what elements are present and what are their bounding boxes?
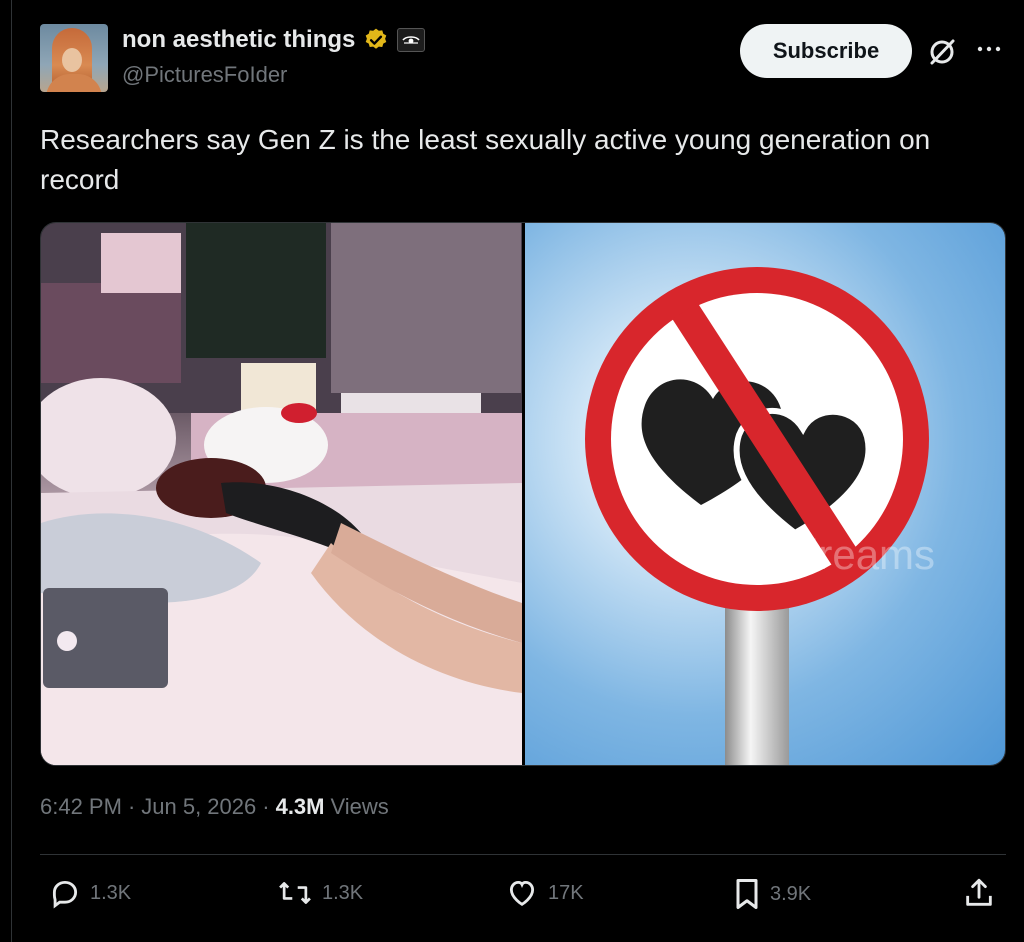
reply-count: 1.3K bbox=[90, 881, 132, 904]
like-button[interactable]: 17K bbox=[504, 876, 584, 910]
verified-badge-icon[interactable] bbox=[363, 27, 389, 53]
subscribe-button[interactable]: Subscribe bbox=[740, 24, 912, 78]
avatar-face bbox=[62, 48, 82, 72]
avatar[interactable] bbox=[40, 24, 108, 92]
repost-button[interactable]: 1.3K bbox=[276, 876, 363, 910]
like-count: 17K bbox=[548, 881, 584, 904]
more-options-icon[interactable] bbox=[974, 34, 1004, 64]
separator: · bbox=[262, 794, 270, 819]
author-name-row: non aesthetic things bbox=[122, 26, 426, 54]
separator: · bbox=[127, 794, 136, 819]
views-label: Views bbox=[330, 794, 389, 819]
share-icon bbox=[966, 878, 992, 906]
affiliation-badge-icon[interactable] bbox=[397, 28, 426, 52]
tweet-date[interactable]: Jun 5, 2026 bbox=[141, 794, 256, 820]
reply-icon bbox=[52, 880, 78, 909]
bedroom-photo[interactable] bbox=[41, 223, 522, 765]
heart-icon bbox=[509, 880, 535, 906]
reply-button[interactable]: 1.3K bbox=[48, 876, 131, 910]
divider bbox=[40, 854, 1006, 855]
author-display-name[interactable]: non aesthetic things bbox=[122, 26, 355, 54]
tweet-text: Researchers say Gen Z is the least sexua… bbox=[40, 124, 931, 195]
tweet-time[interactable]: 6:42 PM bbox=[40, 794, 122, 820]
grok-icon[interactable] bbox=[926, 36, 958, 68]
views-count: 4.3M bbox=[275, 794, 325, 819]
bookmark-icon bbox=[736, 879, 758, 909]
repost-icon bbox=[279, 882, 311, 904]
bookmark-button[interactable]: 3.9K bbox=[732, 876, 811, 912]
tweet: non aesthetic things @PicturesFoIder Sub… bbox=[40, 0, 1006, 942]
left-border bbox=[11, 0, 12, 942]
tweet-media[interactable]: dreams bbox=[40, 222, 1006, 766]
author-handle[interactable]: @PicturesFoIder bbox=[122, 62, 287, 88]
bookmark-count: 3.9K bbox=[770, 882, 812, 905]
watermark-text: dreams bbox=[795, 531, 935, 578]
share-button[interactable] bbox=[962, 876, 996, 910]
repost-count: 1.3K bbox=[322, 881, 364, 904]
no-love-sign-photo[interactable]: dreams bbox=[525, 223, 1005, 765]
sign-pole bbox=[725, 603, 789, 765]
timestamp-row: 6:42 PM · Jun 5, 2026 · 4.3M Views bbox=[40, 794, 389, 820]
